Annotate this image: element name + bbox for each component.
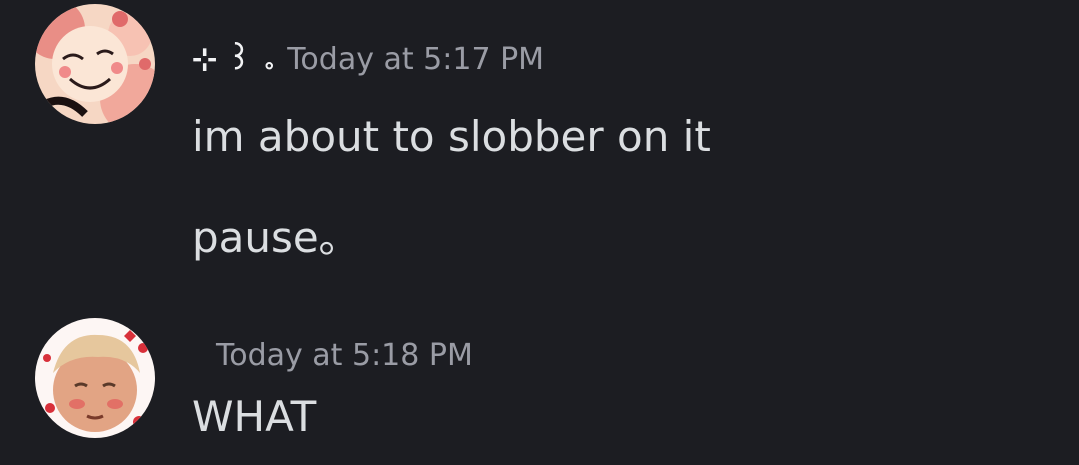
message-text: im about to slobber on it — [192, 112, 711, 161]
message-header: Today at 5:18 PM — [216, 338, 473, 373]
message-text: pause｡ — [192, 213, 340, 262]
timestamp[interactable]: Today at 5:18 PM — [216, 338, 473, 373]
avatar[interactable] — [35, 4, 155, 124]
message-group: ⊹ ꒱ ｡ Today at 5:17 PM im about to slobb… — [0, 0, 1079, 300]
chat-messages: ⊹ ꒱ ｡ Today at 5:17 PM im about to slobb… — [0, 0, 1079, 465]
message-header: ⊹ ꒱ ｡ Today at 5:17 PM — [192, 38, 544, 77]
avatar[interactable] — [35, 318, 155, 438]
message-text: WHAT — [192, 392, 317, 441]
timestamp[interactable]: Today at 5:17 PM — [287, 42, 544, 77]
username[interactable]: ⊹ ꒱ ｡ — [192, 38, 273, 77]
message-group: Today at 5:18 PM WHAT — [0, 300, 1079, 465]
